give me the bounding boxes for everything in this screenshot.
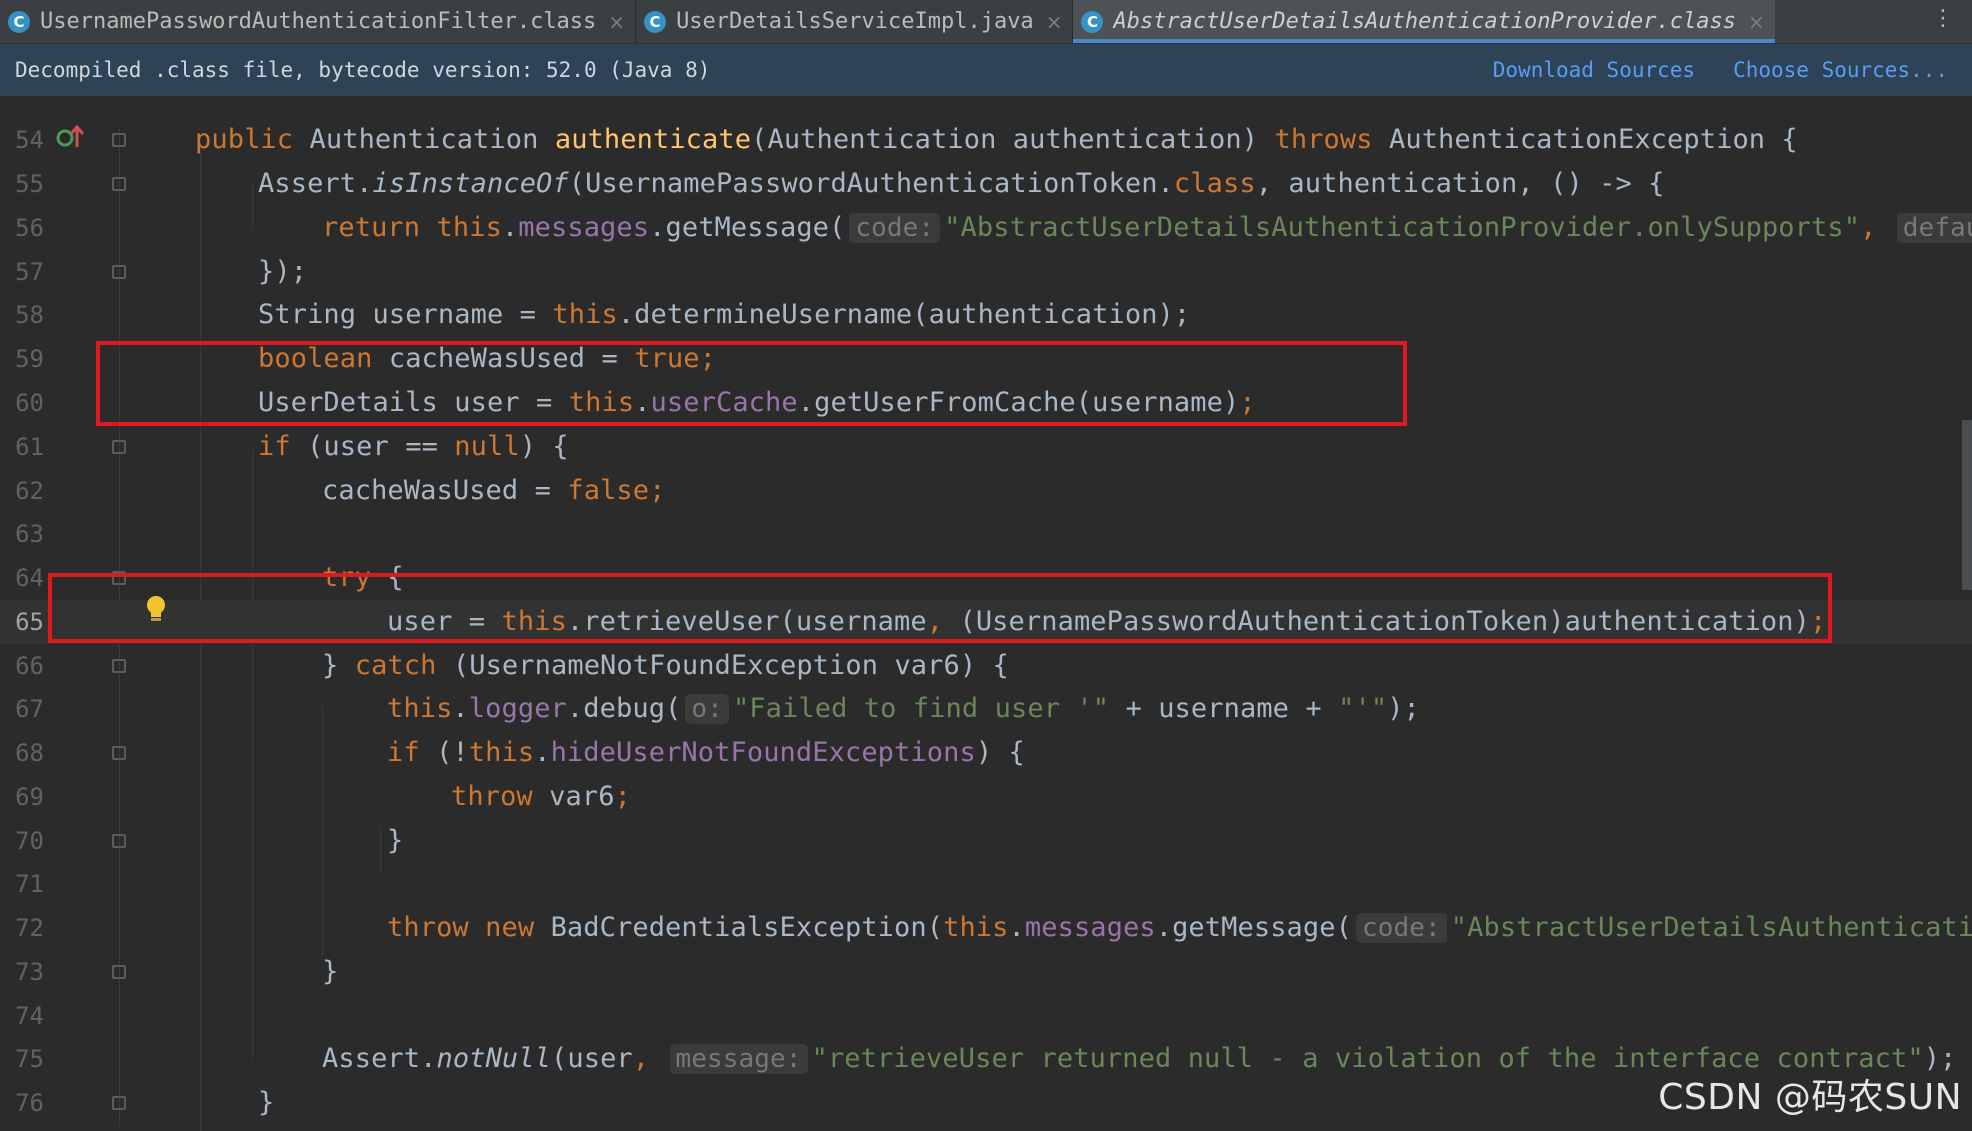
code-line-72: 72 throw new BadCredentialsException(thi…	[0, 906, 1972, 950]
choose-sources-link[interactable]: Choose Sources...	[1733, 58, 1948, 82]
line-number: 56	[15, 214, 44, 242]
line-number: 72	[15, 914, 44, 942]
code-text: });	[258, 256, 308, 287]
line-number: 62	[15, 477, 44, 505]
class-file-icon: C	[1081, 10, 1104, 33]
tab-username-password-authentication-filter[interactable]: C UsernamePasswordAuthenticationFilter.c…	[0, 0, 635, 43]
code-line-56: 56 return this.messages.getMessage(code:…	[0, 206, 1972, 250]
fold-toggle-icon[interactable]	[112, 133, 126, 147]
line-number: 73	[15, 958, 44, 986]
code-text: public Authentication authenticate(Authe…	[195, 124, 1798, 155]
fold-toggle-icon[interactable]	[112, 440, 126, 454]
code-line-69: 69 throw var6;	[0, 775, 1972, 819]
parameter-hint: o:	[685, 694, 729, 724]
vertical-scrollbar[interactable]	[1962, 420, 1972, 590]
code-text: if (user == null) {	[258, 431, 569, 462]
line-number: 75	[15, 1045, 44, 1073]
tab-user-details-service-impl[interactable]: C UserDetailsServiceImpl.java ×	[636, 0, 1072, 43]
code-text: if (!this.hideUserNotFoundExceptions) {	[387, 737, 1025, 768]
code-text: throw new BadCredentialsException(this.m…	[387, 912, 1972, 943]
close-icon[interactable]: ×	[1748, 10, 1765, 34]
code-line-74: 74	[0, 994, 1972, 1038]
line-number: 68	[15, 739, 44, 767]
fold-toggle-icon[interactable]	[112, 265, 126, 279]
code-text: return this.messages.getMessage(code: "Ab…	[322, 206, 1972, 250]
line-number: 67	[15, 695, 44, 723]
code-line-63: 63	[0, 512, 1972, 556]
line-number: 69	[15, 783, 44, 811]
tab-label: UserDetailsServiceImpl.java	[676, 9, 1034, 34]
line-number: 71	[15, 870, 44, 898]
tab-abstract-user-details-authentication-provider[interactable]: C AbstractUserDetailsAuthenticationProvi…	[1073, 0, 1776, 43]
line-number: 66	[15, 652, 44, 680]
line-number: 61	[15, 433, 44, 461]
code-line-57: 57 });	[0, 250, 1972, 294]
line-number: 57	[15, 258, 44, 286]
line-number: 70	[15, 827, 44, 855]
highlight-box-user-cache	[96, 341, 1407, 426]
line-number: 76	[15, 1089, 44, 1117]
code-line-61: 61 if (user == null) {	[0, 425, 1972, 469]
code-editor[interactable]: 54 public Authentication authenticate(Au…	[0, 96, 1972, 1131]
code-line-54: 54 public Authentication authenticate(Au…	[0, 118, 1972, 162]
code-line-62: 62 cacheWasUsed = false;	[0, 469, 1972, 513]
parameter-hint: code:	[849, 213, 941, 243]
fold-toggle-icon[interactable]	[112, 746, 126, 760]
line-number: 58	[15, 301, 44, 329]
code-text: throw var6;	[451, 781, 631, 812]
code-text: }	[322, 956, 339, 987]
code-text: this.logger.debug(o: "Failed to find user…	[387, 693, 1420, 724]
line-number: 54	[15, 126, 44, 154]
code-line-67: 67 this.logger.debug(o: "Failed to find u…	[0, 687, 1972, 731]
code-text: }	[387, 825, 404, 856]
line-number: 64	[15, 564, 44, 592]
line-number: 60	[15, 389, 44, 417]
fold-toggle-icon[interactable]	[112, 965, 126, 979]
fold-toggle-icon[interactable]	[112, 659, 126, 673]
code-line-73: 73 }	[0, 950, 1972, 994]
line-number: 59	[15, 345, 44, 373]
banner-text: Decompiled .class file, bytecode version…	[15, 58, 711, 82]
line-number: 63	[15, 520, 44, 548]
watermark: CSDN @码农SUN	[1658, 1077, 1962, 1118]
line-number: 65	[15, 608, 44, 636]
decompiled-banner: Decompiled .class file, bytecode version…	[0, 44, 1972, 96]
more-tabs-icon[interactable]: ⋮	[1932, 6, 1954, 31]
parameter-hint: code:	[1355, 913, 1447, 943]
parameter-hint: message:	[669, 1044, 808, 1074]
code-text: Assert.isInstanceOf(UsernamePasswordAuth…	[258, 168, 1665, 199]
line-number: 74	[15, 1002, 44, 1030]
code-text: cacheWasUsed = false;	[322, 475, 666, 506]
parameter-hint: defaul	[1896, 213, 1972, 243]
code-text: String username = this.determineUsername…	[258, 299, 1191, 330]
tab-label: UsernamePasswordAuthenticationFilter.cla…	[40, 9, 597, 34]
fold-toggle-icon[interactable]	[112, 834, 126, 848]
fold-toggle-icon[interactable]	[112, 177, 126, 191]
code-line-66: 66 } catch (UsernameNotFoundException va…	[0, 644, 1972, 688]
fold-toggle-icon[interactable]	[112, 1096, 126, 1110]
close-icon[interactable]: ×	[1046, 10, 1063, 34]
line-number: 55	[15, 170, 44, 198]
code-line-71: 71	[0, 862, 1972, 906]
editor-tab-bar: C UsernamePasswordAuthenticationFilter.c…	[0, 0, 1972, 44]
highlight-box-retrieve-user	[48, 573, 1832, 643]
code-line-70: 70 }	[0, 819, 1972, 863]
code-line-55: 55 Assert.isInstanceOf(UsernamePasswordA…	[0, 162, 1972, 206]
code-text: } catch (UsernameNotFoundException var6)…	[322, 650, 1009, 681]
class-file-icon: C	[644, 10, 667, 33]
banner-actions: Download Sources Choose Sources...	[1493, 58, 1948, 82]
override-implements-icon[interactable]	[56, 123, 86, 155]
code-text: }	[258, 1087, 275, 1118]
code-line-58: 58 String username = this.determineUsern…	[0, 293, 1972, 337]
download-sources-link[interactable]: Download Sources	[1493, 58, 1695, 82]
close-icon[interactable]: ×	[608, 10, 625, 34]
tab-label: AbstractUserDetailsAuthenticationProvide…	[1113, 9, 1736, 34]
class-file-icon: C	[8, 10, 30, 33]
code-line-68: 68 if (!this.hideUserNotFoundExceptions)…	[0, 731, 1972, 775]
